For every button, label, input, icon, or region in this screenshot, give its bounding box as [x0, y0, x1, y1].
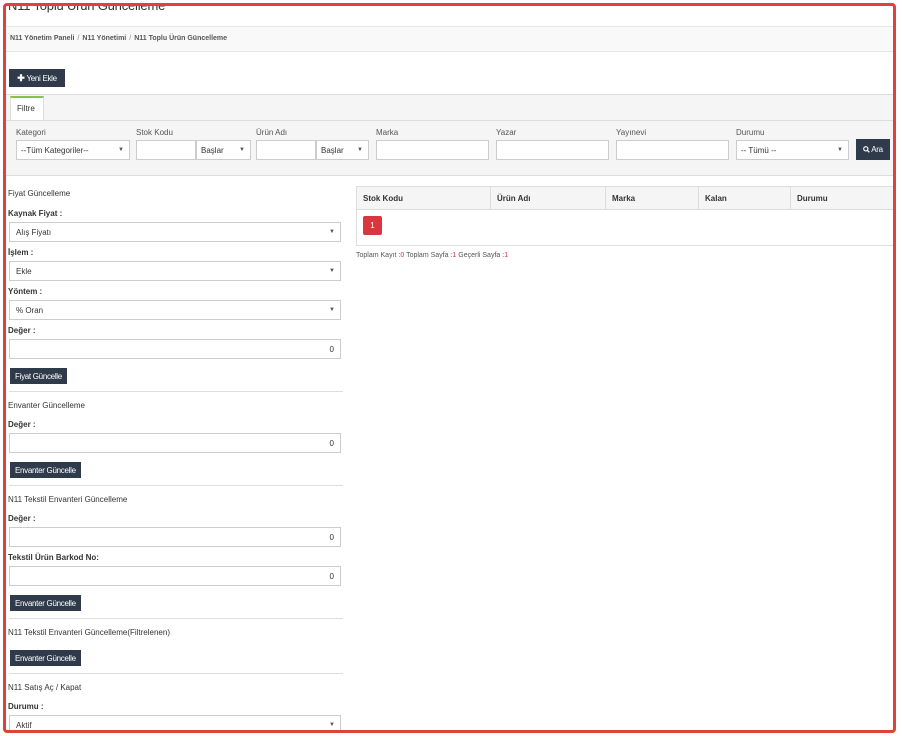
chevron-down-icon: ▼	[329, 307, 335, 313]
textile-filtered-update-button[interactable]: Envanter Güncelle	[10, 650, 81, 666]
table-stats: Toplam Kayıt :0 Toplam Sayfa :1 Geçerli …	[356, 252, 508, 259]
inventory-value-label: Değer :	[8, 420, 36, 429]
author-input[interactable]	[496, 140, 609, 160]
sales-status-label: Durumu :	[8, 702, 44, 711]
textile-filtered-title: N11 Tekstil Envanteri Güncelleme(Filtrel…	[8, 628, 170, 637]
price-update-button[interactable]: Fiyat Güncelle	[10, 368, 67, 384]
textile-barcode-label: Tekstil Ürün Barkod No:	[8, 553, 99, 562]
main-frame: N11 Toplu Ürün Güncelleme N11 Yönetim Pa…	[3, 3, 896, 733]
chevron-down-icon: ▼	[329, 229, 335, 235]
total-records-label: Toplam Kayıt :	[356, 252, 401, 259]
source-price-label: Kaynak Fiyat :	[8, 209, 63, 218]
column-product-name[interactable]: Ürün Adı	[490, 186, 606, 210]
sales-toggle-title: N11 Satış Aç / Kapat	[8, 683, 82, 692]
page-title: N11 Toplu Ürün Güncelleme	[8, 3, 166, 13]
column-brand[interactable]: Marka	[605, 186, 699, 210]
chevron-down-icon: ▼	[329, 722, 335, 728]
textile-update-title: N11 Tekstil Envanteri Güncelleme	[8, 495, 128, 504]
method-select[interactable]: % Oran ▼	[9, 300, 341, 320]
pagination-page-button[interactable]: 1	[363, 216, 382, 235]
divider	[9, 485, 343, 486]
current-page-value: 1	[504, 252, 509, 259]
column-stock-code[interactable]: Stok Kodu	[356, 186, 491, 210]
category-select[interactable]: --Tüm Kategoriler-- ▼	[16, 140, 130, 160]
breadcrumb-item-current: N11 Toplu Ürün Güncelleme	[134, 35, 228, 42]
add-new-label: Yeni Ekle	[26, 73, 57, 83]
method-label: Yöntem :	[8, 287, 43, 296]
operation-label: İşlem :	[8, 248, 34, 257]
price-value-label: Değer :	[8, 326, 36, 335]
product-name-mode-select[interactable]: Başlar ▼	[316, 140, 369, 160]
search-button[interactable]: Ara	[856, 139, 890, 160]
divider	[9, 618, 343, 619]
status-value: -- Tümü --	[741, 146, 777, 155]
filter-body: Kategori --Tüm Kategoriler-- ▼ Stok Kodu …	[6, 120, 893, 176]
source-price-select[interactable]: Alış Fiyatı ▼	[9, 222, 341, 242]
chevron-down-icon: ▼	[357, 147, 363, 153]
author-label: Yazar	[496, 128, 517, 137]
textile-value-label: Değer :	[8, 514, 36, 523]
category-label: Kategori	[16, 128, 46, 137]
method-value: % Oran	[16, 306, 44, 315]
stock-code-mode-value: Başlar	[201, 146, 224, 155]
search-label: Ara	[871, 145, 883, 154]
breadcrumb: N11 Yönetim Paneli / N11 Yönetimi / N11 Topl…	[6, 26, 893, 52]
inventory-value-input[interactable]: 0	[9, 433, 341, 453]
source-price-value: Alış Fiyatı	[16, 228, 52, 237]
operation-value: Ekle	[16, 267, 32, 276]
total-pages-value: 1	[452, 252, 457, 259]
price-value-input[interactable]: 0	[9, 339, 341, 359]
chevron-down-icon: ▼	[837, 147, 843, 153]
publisher-label: Yayınevi	[616, 128, 647, 137]
add-new-button[interactable]: ✚ Yeni Ekle	[9, 69, 65, 87]
stock-code-input[interactable]	[136, 140, 196, 160]
sales-status-select[interactable]: Aktif ▼	[9, 715, 341, 730]
textile-value-input[interactable]: 0	[9, 527, 341, 547]
textile-update-button[interactable]: Envanter Güncelle	[10, 595, 81, 611]
tab-filter[interactable]: Filtre	[10, 96, 44, 120]
divider	[9, 673, 343, 674]
table-header-row: Stok Kodu Ürün Adı Marka Kalan Durumu	[356, 186, 893, 210]
product-table: Stok Kodu Ürün Adı Marka Kalan Durumu	[356, 186, 893, 210]
product-name-mode-value: Başlar	[321, 146, 344, 155]
brand-label: Marka	[376, 128, 399, 137]
textile-barcode-input[interactable]: 0	[9, 566, 341, 586]
total-pages-label: Toplam Sayfa :	[406, 252, 453, 259]
divider	[9, 391, 343, 392]
current-page-label: Geçerli Sayfa :	[458, 252, 505, 259]
inventory-update-button[interactable]: Envanter Güncelle	[10, 462, 81, 478]
product-name-label: Ürün Adı	[256, 128, 288, 137]
operation-select[interactable]: Ekle ▼	[9, 261, 341, 281]
brand-input[interactable]	[376, 140, 489, 160]
breadcrumb-item-panel[interactable]: N11 Yönetim Paneli	[10, 35, 74, 42]
column-status[interactable]: Durumu	[790, 186, 893, 210]
plus-icon: ✚	[17, 72, 25, 83]
chevron-down-icon: ▼	[329, 268, 335, 274]
product-table-panel: Stok Kodu Ürün Adı Marka Kalan Durumu 1 …	[356, 186, 893, 259]
stock-code-mode-select[interactable]: Başlar ▼	[196, 140, 251, 160]
product-name-input[interactable]	[256, 140, 316, 160]
breadcrumb-item-management[interactable]: N11 Yönetimi	[82, 35, 126, 42]
status-select[interactable]: -- Tümü -- ▼	[736, 140, 849, 160]
stock-code-label: Stok Kodu	[136, 128, 173, 137]
table-body: 1	[356, 210, 893, 246]
price-update-title: Fiyat Güncelleme	[8, 189, 71, 198]
publisher-input[interactable]	[616, 140, 729, 160]
filter-panel: Filtre Kategori --Tüm Kategoriler-- ▼ Sto…	[6, 94, 893, 176]
column-remaining[interactable]: Kalan	[698, 186, 791, 210]
chevron-down-icon: ▼	[118, 147, 124, 153]
status-label: Durumu	[736, 128, 765, 137]
search-icon	[863, 146, 870, 153]
inventory-update-title: Envanter Güncelleme	[8, 401, 85, 410]
sales-status-value: Aktif	[16, 721, 32, 730]
total-records-value: 0	[400, 252, 405, 259]
category-value: --Tüm Kategoriler--	[21, 146, 89, 155]
chevron-down-icon: ▼	[239, 147, 245, 153]
